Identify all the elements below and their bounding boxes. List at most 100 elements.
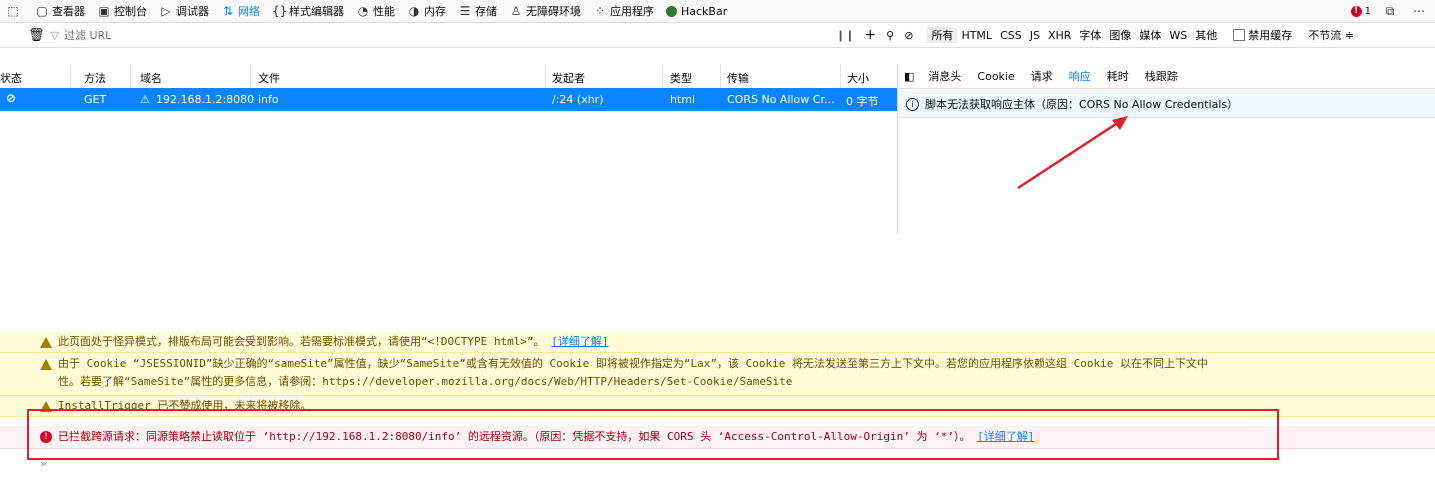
- tab-label: 性能: [373, 5, 395, 18]
- error-icon: !: [1350, 5, 1362, 17]
- row-file: info: [258, 93, 279, 106]
- col-size[interactable]: 大小: [847, 70, 869, 86]
- col-file[interactable]: 文件: [258, 70, 280, 86]
- tab-label: HackBar: [681, 4, 728, 18]
- filter-type-ws[interactable]: WS: [1165, 29, 1191, 42]
- tab-inspector[interactable]: ▢ 查看器: [29, 0, 91, 22]
- console-warning: 由于 Cookie “JSESSIONID”缺少正确的“sameSite”属性值…: [0, 353, 1435, 396]
- pick-element-icon: ⬚: [7, 4, 19, 18]
- dock-button[interactable]: ⧉: [1377, 0, 1406, 22]
- tab-accessibility[interactable]: ♙ 无障碍环境: [503, 0, 587, 22]
- filter-type-other[interactable]: 其他: [1191, 27, 1221, 43]
- row-method: GET: [84, 93, 107, 106]
- annotation-highlight-box: [27, 409, 1279, 460]
- filter-type-all[interactable]: 所有: [927, 27, 958, 43]
- col-divider: [720, 64, 721, 88]
- storage-icon: ☰: [459, 4, 471, 18]
- col-divider: [840, 64, 841, 88]
- col-initiator[interactable]: 发起者: [552, 70, 585, 86]
- tab-hackbar[interactable]: HackBar: [660, 0, 733, 22]
- application-icon: ⁘: [594, 4, 606, 18]
- filter-type-js[interactable]: JS: [1026, 29, 1044, 42]
- filter-type-html[interactable]: HTML: [957, 29, 996, 42]
- toggle-sidebar-icon[interactable]: ◧: [904, 70, 914, 83]
- row-transfer: CORS No Allow Cr...: [727, 93, 835, 106]
- filter-type-xhr[interactable]: XHR: [1044, 29, 1075, 42]
- search-icon[interactable]: ⚲: [886, 29, 894, 42]
- tab-performance[interactable]: ◔ 性能: [350, 0, 401, 22]
- col-domain[interactable]: 域名: [140, 70, 162, 86]
- tab-label: 内存: [424, 5, 446, 18]
- tab-storage[interactable]: ☰ 存储: [452, 0, 503, 22]
- error-count: 1: [1364, 5, 1371, 17]
- warning-icon: [40, 358, 52, 370]
- table-row[interactable]: ⊘ GET ⚠ 192.168.1.2:8080 info /:24 (xhr)…: [0, 88, 897, 111]
- pause-icon[interactable]: ❙❙: [836, 29, 854, 42]
- info-icon: i: [906, 97, 919, 111]
- row-domain: 192.168.1.2:8080: [156, 93, 255, 106]
- warning-icon: [40, 336, 52, 348]
- block-icon[interactable]: ⊘: [904, 29, 913, 42]
- tab-response[interactable]: 响应: [1069, 68, 1091, 84]
- tab-console[interactable]: ▣ 控制台: [91, 0, 153, 22]
- col-divider: [662, 64, 663, 88]
- disable-cache-checkbox[interactable]: [1233, 29, 1246, 41]
- col-divider: [545, 64, 546, 88]
- warning-text: 由于 Cookie “JSESSIONID”缺少正确的“sameSite”属性值…: [58, 357, 1208, 370]
- tab-label: 样式编辑器: [289, 5, 344, 18]
- col-divider: [130, 64, 131, 88]
- network-filter-bar: 🗑 ▽ ❙❙ + ⚲ ⊘ 所有 HTML CSS JS XHR 字体 图像 媒体…: [0, 23, 1435, 48]
- tab-label: 无障碍环境: [526, 5, 581, 18]
- col-type[interactable]: 类型: [670, 70, 692, 86]
- more-menu-button[interactable]: ⋯: [1406, 0, 1435, 22]
- tab-stack-trace[interactable]: 栈跟踪: [1145, 68, 1178, 84]
- memory-icon: ◑: [408, 4, 420, 18]
- add-icon[interactable]: +: [864, 27, 876, 43]
- filter-type-font[interactable]: 字体: [1075, 27, 1105, 43]
- col-transfer[interactable]: 传输: [727, 70, 749, 86]
- tab-style-editor[interactable]: {} 样式编辑器: [266, 0, 350, 22]
- tab-label: 网络: [238, 5, 260, 18]
- tab-network[interactable]: ⇅ 网络: [215, 0, 266, 22]
- inspector-icon: ▢: [36, 4, 48, 18]
- col-status[interactable]: 状态: [0, 70, 22, 86]
- style-editor-icon: {}: [272, 4, 288, 18]
- devtools-toolbar: ⬚ ▢ 查看器 ▣ 控制台 ▷ 调试器 ⇅ 网络 {} 样式编辑器 ◔ 性能 ◑ 内存 ☰ 存储…: [0, 0, 1435, 23]
- arrow-head: [1112, 116, 1128, 130]
- tab-memory[interactable]: ◑ 内存: [401, 0, 452, 22]
- row-initiator: /:24 (xhr): [552, 93, 604, 106]
- response-notice: i 脚本无法获取响应主体（原因：CORS No Allow Credential…: [898, 91, 1435, 118]
- tab-request[interactable]: 请求: [1031, 68, 1053, 84]
- col-method[interactable]: 方法: [84, 70, 106, 86]
- console-icon: ▣: [98, 4, 110, 18]
- annotation-arrow: [1017, 116, 1128, 190]
- learn-more-link[interactable]: [详细了解]: [551, 335, 608, 348]
- request-table-header: 状态 方法 域名 文件 发起者 类型 传输 大小: [0, 64, 897, 89]
- tab-debugger[interactable]: ▷ 调试器: [153, 0, 215, 22]
- panel-splitter[interactable]: [897, 64, 898, 234]
- throttle-select[interactable]: 不节流 ≑: [1308, 27, 1354, 43]
- tab-label: 应用程序: [610, 5, 654, 18]
- row-size: 0 字节: [846, 95, 879, 108]
- network-icon: ⇅: [222, 4, 234, 18]
- disable-cache-label: 禁用缓存: [1248, 29, 1293, 42]
- tab-cookie[interactable]: Cookie: [977, 70, 1014, 83]
- filter-type-media[interactable]: 媒体: [1135, 27, 1165, 43]
- filter-url-input[interactable]: [61, 27, 766, 43]
- clear-trash-icon[interactable]: 🗑: [28, 28, 45, 43]
- filter-type-css[interactable]: CSS: [996, 29, 1026, 42]
- tab-application[interactable]: ⁘ 应用程序: [587, 0, 660, 22]
- warning-text: 此页面处于怪异模式，排版布局可能会受到影响。若需要标准模式，请使用“<!DOCT…: [58, 335, 545, 348]
- more-icon: ⋯: [1413, 4, 1425, 18]
- tab-headers[interactable]: 消息头: [928, 68, 961, 84]
- col-divider: [70, 64, 71, 88]
- filter-type-image[interactable]: 图像: [1105, 27, 1135, 43]
- performance-icon: ◔: [357, 4, 369, 18]
- insecure-lock-icon: ⚠: [140, 93, 150, 106]
- pick-element-button[interactable]: ⬚: [0, 0, 29, 22]
- accessibility-icon: ♙: [510, 4, 522, 18]
- tab-timings[interactable]: 耗时: [1107, 68, 1129, 84]
- error-count-button[interactable]: ! 1: [1345, 0, 1377, 22]
- hackbar-icon: [666, 5, 677, 17]
- blocked-status-icon: ⊘: [6, 91, 17, 105]
